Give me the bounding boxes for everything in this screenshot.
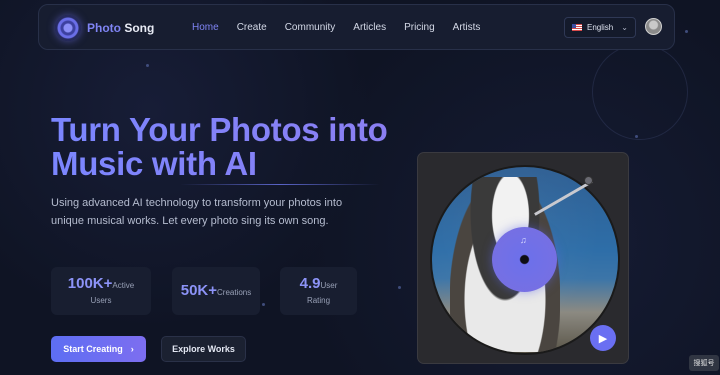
nav-link-artists[interactable]: Artists	[453, 22, 481, 33]
chevron-down-icon: ⌄	[621, 23, 628, 32]
stat-value: 50K+	[180, 282, 218, 299]
start-creating-label: Start Creating	[63, 344, 123, 354]
star-dot	[685, 30, 688, 33]
stat-value: 100K+	[67, 275, 113, 292]
play-button[interactable]: ▶	[590, 325, 616, 351]
nav-link-home[interactable]: Home	[192, 22, 219, 33]
hero-description: Using advanced AI technology to transfor…	[51, 197, 343, 227]
music-note-icon: ♫	[520, 235, 527, 245]
star-dot	[635, 135, 638, 138]
brand-word-2: Song	[124, 21, 155, 35]
stat-value: 4.9	[299, 275, 321, 292]
nav-links: Home Create Community Articles Pricing A…	[192, 5, 480, 49]
stat-label-2: Rating	[306, 296, 331, 305]
music-player-card: ♫ ▶	[417, 152, 629, 364]
language-selector[interactable]: English ⌄	[564, 17, 636, 38]
star-dot	[398, 286, 401, 289]
nav-link-pricing[interactable]: Pricing	[404, 22, 435, 33]
us-flag-icon	[572, 24, 582, 31]
brand-logo[interactable]: Photo Song	[55, 15, 154, 41]
decorative-ring	[592, 44, 688, 140]
nav-link-create[interactable]: Create	[237, 22, 267, 33]
explore-works-button[interactable]: Explore Works	[161, 336, 246, 362]
hero-title: Turn Your Photos into Music with AI	[51, 113, 391, 181]
explore-works-label: Explore Works	[172, 344, 235, 354]
star-dot	[262, 303, 265, 306]
nav-link-articles[interactable]: Articles	[353, 22, 386, 33]
watermark-tag: 搜狐号	[689, 355, 719, 371]
stat-user-rating: 4.9User Rating	[280, 267, 357, 315]
tonearm-pivot	[584, 176, 593, 185]
chevron-right-icon: ›	[130, 344, 134, 354]
stat-label: User	[320, 281, 338, 290]
vinyl-logo-icon	[55, 15, 81, 41]
user-avatar[interactable]	[645, 18, 662, 35]
stat-label-2: Users	[90, 296, 112, 305]
top-navbar: Photo Song Home Create Community Article…	[38, 4, 675, 50]
brand-word-1: Photo	[87, 21, 121, 35]
brand-name: Photo Song	[87, 21, 154, 35]
language-label: English	[587, 23, 614, 32]
vinyl-center-label: ♫	[492, 227, 557, 292]
stat-label: Creations	[217, 288, 252, 297]
vinyl-record-artwork: ♫	[430, 165, 620, 355]
play-icon: ▶	[598, 332, 608, 345]
stat-label: Active	[112, 281, 135, 290]
nav-link-community[interactable]: Community	[285, 22, 336, 33]
stat-creations: 50K+Creations	[172, 267, 260, 315]
start-creating-button[interactable]: Start Creating ›	[51, 336, 146, 362]
title-underline	[180, 184, 380, 185]
stat-active-users: 100K+Active Users	[51, 267, 151, 315]
star-dot	[146, 64, 149, 67]
